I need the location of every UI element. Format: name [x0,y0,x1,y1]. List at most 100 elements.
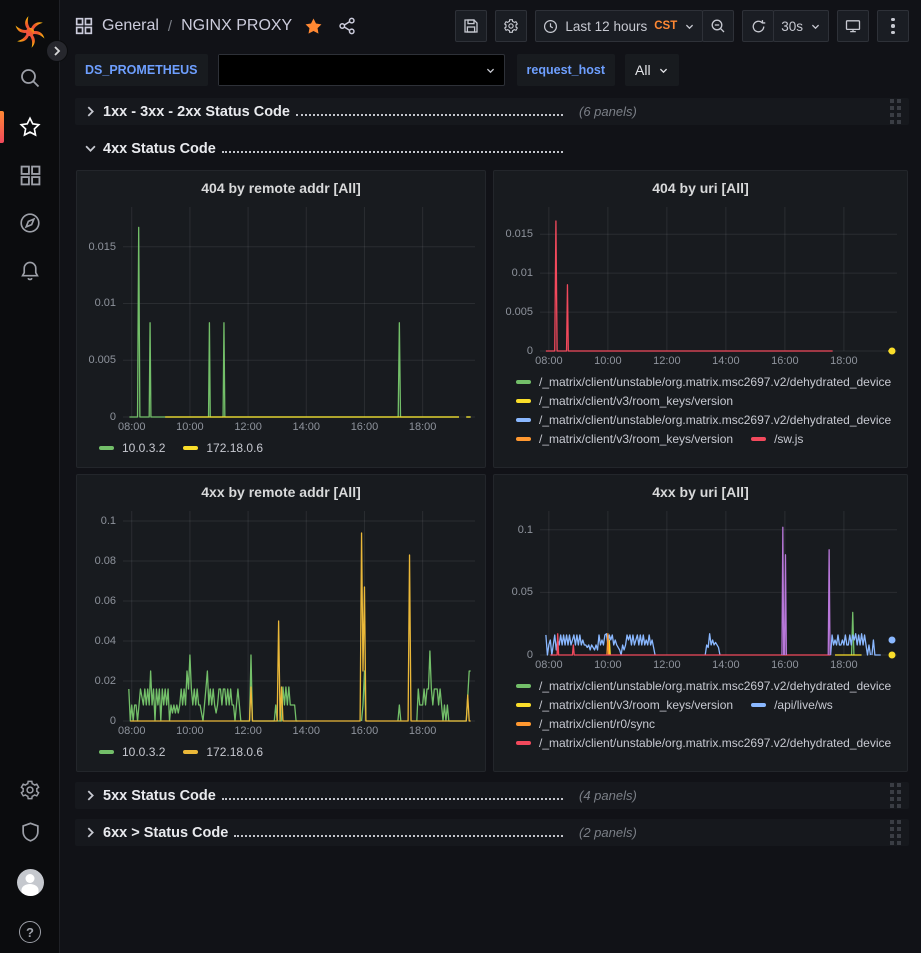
save-dashboard-button[interactable] [455,10,487,42]
time-range-picker[interactable]: Last 12 hours CST [535,10,703,42]
sidebar-item-server-admin[interactable] [0,812,60,852]
sidebar-item-dashboards[interactable] [0,155,60,195]
legend-item[interactable]: 10.0.3.2 [99,441,165,455]
refresh-button[interactable] [742,10,774,42]
zoom-out-button[interactable] [702,10,734,42]
legend-item[interactable]: /_matrix/client/v3/room_keys/version [516,698,733,712]
clock-icon [543,19,558,34]
y-tick-label: 0.01 [512,267,533,279]
legend-item[interactable]: 172.18.0.6 [183,441,263,455]
compass-icon [19,212,41,234]
legend-item[interactable]: /_matrix/client/unstable/org.matrix.msc2… [516,736,891,750]
grafana-logo-icon [14,16,46,48]
request-host-variable-select[interactable]: All [625,54,679,86]
legend-item[interactable]: /_matrix/client/unstable/org.matrix.msc2… [516,375,891,389]
dashboard-submenu: DS_PROMETHEUS request_host All [61,52,921,94]
sidebar: ? [0,0,60,953]
favorite-star-icon[interactable] [304,17,323,36]
legend-item[interactable]: /sw.js [751,432,803,446]
plot-area[interactable] [123,511,475,721]
plot-area[interactable] [540,207,897,351]
row-drag-handle[interactable] [890,820,901,845]
legend-item[interactable]: /_matrix/client/r0/sync [516,717,655,731]
y-tick-label: 0 [110,411,116,423]
datasource-variable-select[interactable] [218,54,505,86]
row-header-6xx[interactable]: 6xx > Status Code (2 panels) [75,819,909,846]
legend-swatch [751,703,766,707]
chart: 00.020.040.060.080.1 08:0010:0012:0014:0… [77,509,485,771]
plot-area[interactable] [540,511,897,655]
legend-item[interactable]: /_matrix/client/v3/room_keys/version [516,394,733,408]
plot-area[interactable] [123,207,475,417]
refresh-interval-value: 30s [781,19,803,34]
legend-label: 172.18.0.6 [206,441,263,455]
panel-title[interactable]: 404 by remote addr [All] [77,171,485,205]
page-title: NGINX PROXY [181,17,292,35]
panel-title[interactable]: 4xx by remote addr [All] [77,475,485,509]
legend: 10.0.3.2 172.18.0.6 [83,741,475,771]
row-title: 5xx Status Code [103,788,216,804]
breadcrumb: General / NGINX PROXY [75,17,356,36]
series-end-dot [888,636,895,643]
sidebar-expand-button[interactable] [46,40,68,62]
x-tick-label: 08:00 [535,659,563,671]
y-tick-label: 0.1 [101,515,116,527]
datasource-variable-label[interactable]: DS_PROMETHEUS [75,54,208,86]
sidebar-item-alerting[interactable] [0,251,60,291]
legend-item[interactable]: 172.18.0.6 [183,745,263,759]
dashboards-grid-icon [20,165,41,186]
legend-item[interactable]: /_matrix/client/unstable/org.matrix.msc2… [516,679,891,693]
row-title-wrap: 5xx Status Code [97,788,565,804]
sidebar-item-configuration[interactable] [0,770,60,810]
y-tick-label: 0.08 [95,555,116,567]
legend-item[interactable]: /_matrix/client/v3/room_keys/version [516,432,733,446]
row-header-5xx[interactable]: 5xx Status Code (4 panels) [75,782,909,809]
legend-label: /_matrix/client/unstable/org.matrix.msc2… [539,375,891,389]
cycle-view-mode-button[interactable] [837,10,869,42]
legend-item[interactable]: /api/live/ws [751,698,833,712]
chevron-right-icon [83,827,97,838]
help-glyph: ? [26,925,34,940]
chevron-down-icon [684,21,695,32]
y-tick-label: 0.01 [95,297,116,309]
refresh-interval-picker[interactable]: 30s [773,10,829,42]
x-tick-label: 12:00 [653,355,681,367]
row-header-4xx[interactable]: 4xx Status Code [75,135,909,162]
y-axis: 00.050.1 [500,511,540,655]
sidebar-item-profile[interactable] [0,862,60,902]
kebab-icon [891,18,895,35]
legend-item[interactable]: 10.0.3.2 [99,745,165,759]
dotted-leader [296,114,563,116]
row-drag-handle[interactable] [890,99,901,124]
dashboard-settings-button[interactable] [495,10,527,42]
chevron-down-icon [810,21,821,32]
panel-title[interactable]: 404 by uri [All] [494,171,907,205]
sidebar-item-search[interactable] [0,58,60,98]
row-drag-handle[interactable] [890,783,901,808]
sidebar-item-help[interactable]: ? [0,912,60,952]
legend-item[interactable]: /_matrix/client/unstable/org.matrix.msc2… [516,413,891,427]
help-icon: ? [19,921,41,943]
chevron-down-icon [658,65,669,76]
panel-404-by-uri: 404 by uri [All] 00.0050.010.015 08:0010… [493,170,908,468]
y-tick-label: 0 [527,345,533,357]
panel-title[interactable]: 4xx by uri [All] [494,475,907,509]
x-tick-label: 16:00 [771,355,799,367]
row-header-1xx-3xx-2xx[interactable]: 1xx - 3xx - 2xx Status Code (6 panels) [75,98,909,125]
request-host-variable-label[interactable]: request_host [517,54,616,86]
zoom-out-icon [710,18,726,34]
x-axis: 08:0010:0012:0014:0016:0018:00 [123,721,475,741]
legend-label: /_matrix/client/v3/room_keys/version [539,432,733,446]
x-tick-label: 18:00 [409,725,437,737]
y-axis: 00.020.040.060.080.1 [83,511,123,721]
legend-label: /_matrix/client/v3/room_keys/version [539,698,733,712]
sidebar-item-explore[interactable] [0,203,60,243]
sidebar-item-starred[interactable] [0,107,60,147]
legend: /_matrix/client/unstable/org.matrix.msc2… [500,371,897,467]
breadcrumb-section[interactable]: General [102,17,159,35]
y-tick-label: 0.015 [505,228,533,240]
x-tick-label: 10:00 [176,421,204,433]
gear-icon [503,18,519,34]
more-options-button[interactable] [877,10,909,42]
share-icon[interactable] [338,17,356,35]
